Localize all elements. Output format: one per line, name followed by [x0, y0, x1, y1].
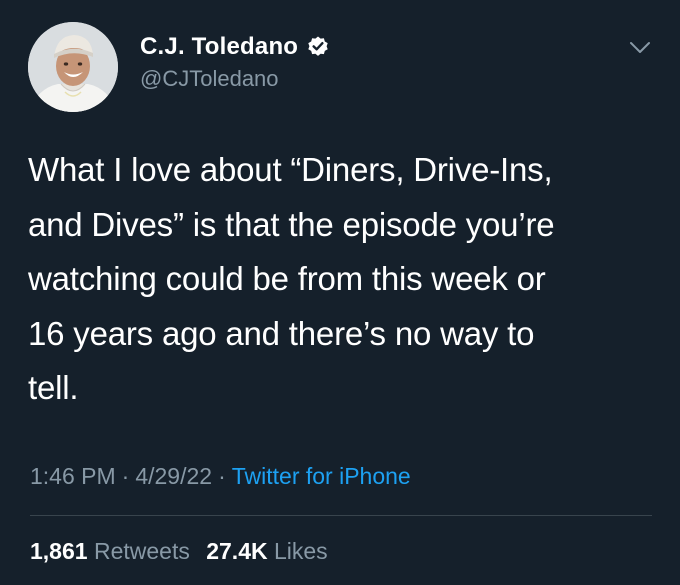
verified-badge-icon [306, 35, 330, 59]
tweet-date[interactable]: 4/29/22 [135, 463, 212, 489]
retweets-count: 1,861 [30, 538, 88, 564]
likes-label: Likes [273, 538, 328, 564]
tweet-card: C.J. Toledano @CJToledano What I love ab… [0, 0, 680, 585]
tweet-source-link[interactable]: Twitter for iPhone [232, 463, 411, 489]
tweet-text-line: 16 years ago and there’s no way to [28, 314, 535, 352]
user-handle[interactable]: @CJToledano [140, 66, 279, 92]
separator: · [218, 463, 226, 489]
tweet-text-line: tell. [28, 369, 79, 406]
separator: · [121, 463, 130, 489]
likes-stat[interactable]: 27.4K Likes [206, 538, 327, 564]
avatar[interactable] [28, 22, 118, 112]
tweet-text-line: and Dives” is that the episode you’re [28, 205, 555, 243]
tweet-stats: 1,861 Retweets 27.4K Likes [30, 538, 338, 565]
tweet-text-line: What I love about “Diners, Drive-Ins, [28, 151, 553, 188]
likes-count: 27.4K [206, 538, 268, 564]
tweet-metadata: 1:46 PM · 4/29/22 · Twitter for iPhone [30, 463, 411, 490]
tweet-text: What I love about “Diners, Drive-Ins, an… [28, 143, 658, 416]
name-row: C.J. Toledano [140, 33, 330, 61]
profile-photo-icon [28, 22, 118, 112]
retweets-stat[interactable]: 1,861 Retweets [30, 538, 190, 564]
retweets-label: Retweets [93, 538, 190, 564]
more-options-chevron-down-icon[interactable] [626, 36, 654, 58]
divider [30, 515, 652, 516]
tweet-text-line: watching could be from this week or [28, 260, 546, 297]
tweet-time[interactable]: 1:46 PM [30, 463, 116, 489]
display-name[interactable]: C.J. Toledano [140, 33, 298, 61]
